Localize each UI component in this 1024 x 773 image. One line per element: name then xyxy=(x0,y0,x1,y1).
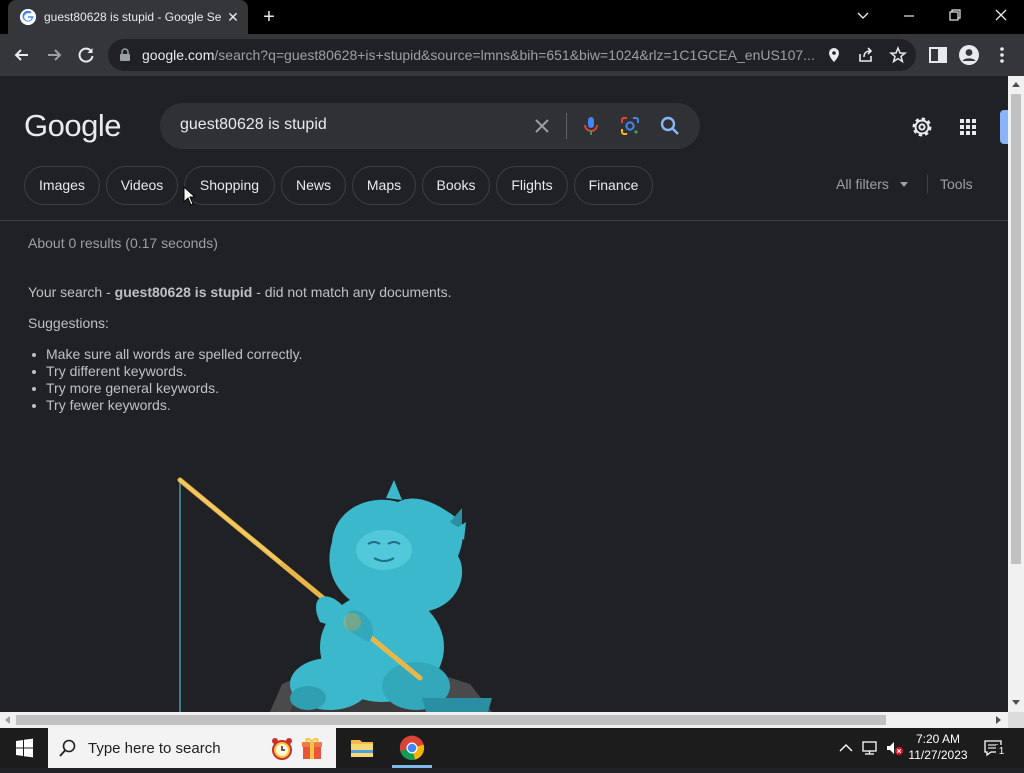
search-box-divider xyxy=(566,113,567,139)
google-apps-grid-icon[interactable] xyxy=(954,113,982,141)
reload-icon[interactable] xyxy=(73,42,99,68)
taskbar-clock[interactable]: 7:20 AM 11/27/2023 xyxy=(906,731,970,765)
suggestion-item: Try fewer keywords. xyxy=(28,397,428,414)
search-box[interactable]: guest80628 is stupid xyxy=(160,103,700,149)
chip-images[interactable]: Images xyxy=(24,166,100,205)
horizontal-scroll-thumb[interactable] xyxy=(16,715,886,725)
filters-divider xyxy=(927,174,928,194)
tab-close-icon[interactable]: ✕ xyxy=(224,8,242,26)
tools-button[interactable]: Tools xyxy=(940,176,980,194)
alarm-clock-icon[interactable] xyxy=(268,734,296,762)
chip-shopping[interactable]: Shopping xyxy=(184,166,275,205)
file-explorer-icon[interactable] xyxy=(338,728,386,768)
clear-icon[interactable] xyxy=(530,114,554,138)
location-pin-icon[interactable] xyxy=(824,45,844,65)
google-lens-icon[interactable] xyxy=(618,114,642,138)
clock-date: 11/27/2023 xyxy=(908,748,968,762)
chip-news[interactable]: News xyxy=(281,166,346,205)
vertical-scroll-thumb[interactable] xyxy=(1011,94,1021,564)
search-results-page: Google guest80628 is stupid Images Video… xyxy=(0,76,1008,712)
bullet-icon xyxy=(32,370,36,374)
browser-menu-icon[interactable] xyxy=(990,43,1014,67)
chip-flights[interactable]: Flights xyxy=(496,166,568,205)
sign-in-button[interactable] xyxy=(1000,110,1008,144)
search-input[interactable]: guest80628 is stupid xyxy=(180,116,510,136)
chip-finance[interactable]: Finance xyxy=(574,166,653,205)
header-divider xyxy=(0,220,1008,221)
back-arrow-icon[interactable] xyxy=(9,42,35,68)
suggestion-item: Make sure all words are spelled correctl… xyxy=(28,346,428,363)
share-icon[interactable] xyxy=(856,45,876,65)
chip-books[interactable]: Books xyxy=(422,166,490,205)
mouse-cursor-icon xyxy=(183,185,197,206)
clock-time: 7:20 AM xyxy=(915,732,961,746)
taskbar-search-box[interactable]: Type here to search xyxy=(48,728,336,768)
bullet-icon xyxy=(32,387,36,391)
bullet-icon xyxy=(32,404,36,408)
network-icon[interactable] xyxy=(860,738,880,758)
volume-muted-icon[interactable] xyxy=(884,738,904,758)
scroll-left-arrow-icon[interactable] xyxy=(5,716,10,724)
side-panel-icon[interactable] xyxy=(926,43,950,67)
chip-maps[interactable]: Maps xyxy=(352,166,416,205)
restore-button[interactable] xyxy=(932,0,978,34)
windows-start-icon[interactable] xyxy=(0,728,48,768)
suggestion-item: Try different keywords. xyxy=(28,363,428,380)
horizontal-scrollbar[interactable] xyxy=(0,712,1008,728)
google-favicon-icon xyxy=(20,9,36,25)
result-stats: About 0 results (0.17 seconds) xyxy=(28,235,218,251)
chip-videos[interactable]: Videos xyxy=(106,166,178,205)
browser-tab[interactable]: guest80628 is stupid - Google Search ✕ xyxy=(8,0,248,34)
suggestion-text: Try different keywords. xyxy=(46,363,187,379)
tab-title: guest80628 is stupid - Google Search xyxy=(44,10,222,24)
settings-gear-icon[interactable] xyxy=(908,113,936,141)
search-icon[interactable] xyxy=(658,114,682,138)
bullet-icon xyxy=(32,353,36,357)
show-hidden-icons-chevron-icon[interactable] xyxy=(836,738,856,758)
no-match-prefix: Your search - xyxy=(28,284,115,300)
gift-icon[interactable] xyxy=(298,734,326,762)
google-logo[interactable]: Google xyxy=(24,108,121,144)
taskbar-search-placeholder: Type here to search xyxy=(88,740,221,757)
taskbar-search-icon xyxy=(59,739,76,757)
url-path: /search?q=guest80628+is+stupid&source=lm… xyxy=(214,47,815,63)
minimize-button[interactable] xyxy=(886,0,932,34)
windows-taskbar: Type here to search 7:20 AM 11/27/2023 1 xyxy=(0,728,1024,768)
tab-strip: guest80628 is stupid - Google Search ✕ + xyxy=(0,0,1024,34)
chrome-taskbar-icon[interactable] xyxy=(388,728,436,768)
bookmark-star-icon[interactable] xyxy=(888,45,908,65)
no-match-suffix: - did not match any documents. xyxy=(252,284,452,300)
url-text: google.com/search?q=guest80628+is+stupid… xyxy=(142,47,832,64)
suggestion-text: Try fewer keywords. xyxy=(46,397,171,413)
fishing-monster-illustration xyxy=(170,472,500,712)
scroll-up-arrow-icon[interactable] xyxy=(1012,82,1020,87)
new-tab-button[interactable]: + xyxy=(258,6,280,28)
notification-count-badge: 1 xyxy=(996,745,1007,758)
close-window-button[interactable] xyxy=(978,0,1024,34)
suggestions-title: Suggestions: xyxy=(28,315,109,331)
forward-arrow-icon[interactable] xyxy=(41,42,67,68)
scroll-right-arrow-icon[interactable] xyxy=(996,716,1001,724)
no-match-message: Your search - guest80628 is stupid - did… xyxy=(28,284,528,302)
suggestion-text: Make sure all words are spelled correctl… xyxy=(46,346,303,362)
voice-search-mic-icon[interactable] xyxy=(579,114,603,138)
profile-avatar-icon[interactable] xyxy=(957,43,981,67)
dropdown-arrow-icon xyxy=(900,182,908,187)
scrollbar-corner xyxy=(1008,712,1024,728)
lock-icon[interactable] xyxy=(118,48,132,62)
url-domain: google.com xyxy=(142,47,215,63)
browser-toolbar: google.com/search?q=guest80628+is+stupid… xyxy=(0,34,1024,76)
notification-center-icon[interactable]: 1 xyxy=(982,738,1008,758)
tab-search-button[interactable] xyxy=(840,0,886,34)
suggestion-item: Try more general keywords. xyxy=(28,380,428,397)
suggestion-text: Try more general keywords. xyxy=(46,380,219,396)
no-match-query: guest80628 is stupid xyxy=(114,284,253,300)
vertical-scrollbar[interactable] xyxy=(1008,76,1024,712)
suggestions-list: Make sure all words are spelled correctl… xyxy=(28,346,428,414)
address-bar[interactable]: google.com/search?q=guest80628+is+stupid… xyxy=(108,39,916,71)
scroll-down-arrow-icon[interactable] xyxy=(1012,700,1020,705)
